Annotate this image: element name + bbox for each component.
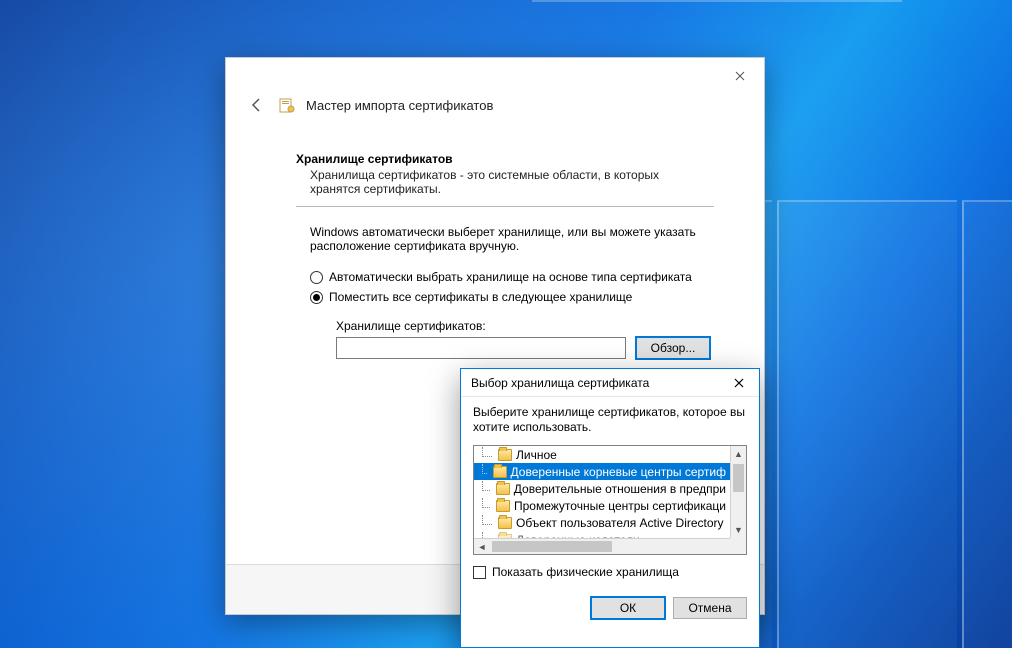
- tree-item-label: Доверенные корневые центры сертиф: [511, 465, 726, 479]
- tree-item-label: Личное: [516, 448, 557, 462]
- dialog-description: Выберите хранилище сертификатов, которое…: [473, 405, 747, 435]
- folder-icon: [498, 449, 512, 461]
- radio-icon: [310, 271, 323, 284]
- section-description: Хранилища сертификатов - это системные о…: [296, 166, 696, 204]
- cert-store-tree[interactable]: Личное Доверенные корневые центры сертиф…: [473, 445, 747, 555]
- tree-connector-icon: [482, 447, 492, 457]
- vertical-scrollbar[interactable]: ▲ ▼: [730, 446, 746, 538]
- browse-button-label: Обзор...: [651, 341, 696, 355]
- close-button[interactable]: [728, 64, 752, 88]
- select-cert-store-dialog: Выбор хранилища сертификата Выберите хра…: [460, 368, 760, 648]
- close-icon: [734, 378, 744, 388]
- instruction-text: Windows автоматически выберет хранилище,…: [296, 225, 696, 267]
- folder-icon: [496, 483, 510, 495]
- tree-connector-icon: [482, 464, 487, 474]
- radio-auto-label: Автоматически выбрать хранилище на основ…: [329, 270, 692, 284]
- scroll-down-icon[interactable]: ▼: [731, 522, 746, 538]
- tree-item-personal[interactable]: Личное: [474, 446, 730, 463]
- cancel-button[interactable]: Отмена: [673, 597, 747, 619]
- tree-connector-icon: [482, 498, 490, 508]
- desktop-wallpaper: Мастер импорта сертификатов Хранилище се…: [0, 0, 1012, 648]
- ok-button-label: ОК: [620, 601, 636, 615]
- dialog-title: Выбор хранилища сертификата: [471, 376, 649, 390]
- tree-item-label: Промежуточные центры сертификаци: [514, 499, 726, 513]
- certificate-wizard-icon: [278, 96, 296, 114]
- folder-icon: [493, 466, 507, 478]
- store-field-label: Хранилище сертификатов:: [296, 307, 714, 337]
- horizontal-scrollbar[interactable]: ◄ ►: [474, 538, 746, 554]
- wizard-title: Мастер импорта сертификатов: [306, 98, 493, 113]
- tree-item-label: Объект пользователя Active Directory: [516, 516, 724, 530]
- scroll-up-icon[interactable]: ▲: [731, 446, 746, 462]
- divider: [296, 206, 714, 207]
- tree-item-trusted-publishers[interactable]: Доверенные издатели: [474, 531, 730, 538]
- arrow-left-icon: [249, 97, 265, 113]
- browse-button[interactable]: Обзор...: [636, 337, 710, 359]
- close-icon: [735, 71, 745, 81]
- folder-icon: [498, 517, 512, 529]
- scroll-thumb[interactable]: [733, 464, 744, 492]
- tree-item-ad-user-object[interactable]: Объект пользователя Active Directory: [474, 514, 730, 531]
- tree-item-label: Доверительные отношения в предпри: [514, 482, 726, 496]
- tree-connector-icon: [482, 515, 492, 525]
- scroll-left-icon[interactable]: ◄: [474, 542, 490, 552]
- cancel-button-label: Отмена: [688, 601, 731, 615]
- radio-manual-label: Поместить все сертификаты в следующее хр…: [329, 290, 632, 304]
- back-button[interactable]: [246, 94, 268, 116]
- ok-button[interactable]: ОК: [591, 597, 665, 619]
- folder-icon: [496, 500, 510, 512]
- tree-item-enterprise-trust[interactable]: Доверительные отношения в предпри: [474, 480, 730, 497]
- show-physical-label: Показать физические хранилища: [492, 565, 679, 579]
- tree-item-intermediate[interactable]: Промежуточные центры сертификаци: [474, 497, 730, 514]
- radio-icon: [310, 291, 323, 304]
- show-physical-checkbox[interactable]: Показать физические хранилища: [473, 555, 747, 587]
- checkbox-icon: [473, 566, 486, 579]
- tree-item-trusted-root[interactable]: Доверенные корневые центры сертиф: [474, 463, 730, 480]
- section-title: Хранилище сертификатов: [296, 152, 714, 166]
- cert-store-input[interactable]: [336, 337, 626, 359]
- dialog-close-button[interactable]: [725, 371, 753, 395]
- scroll-thumb[interactable]: [492, 541, 612, 552]
- tree-connector-icon: [482, 481, 490, 491]
- scroll-corner: [730, 538, 746, 554]
- radio-place-all[interactable]: Поместить все сертификаты в следующее хр…: [296, 287, 714, 307]
- radio-auto-select[interactable]: Автоматически выбрать хранилище на основ…: [296, 267, 714, 287]
